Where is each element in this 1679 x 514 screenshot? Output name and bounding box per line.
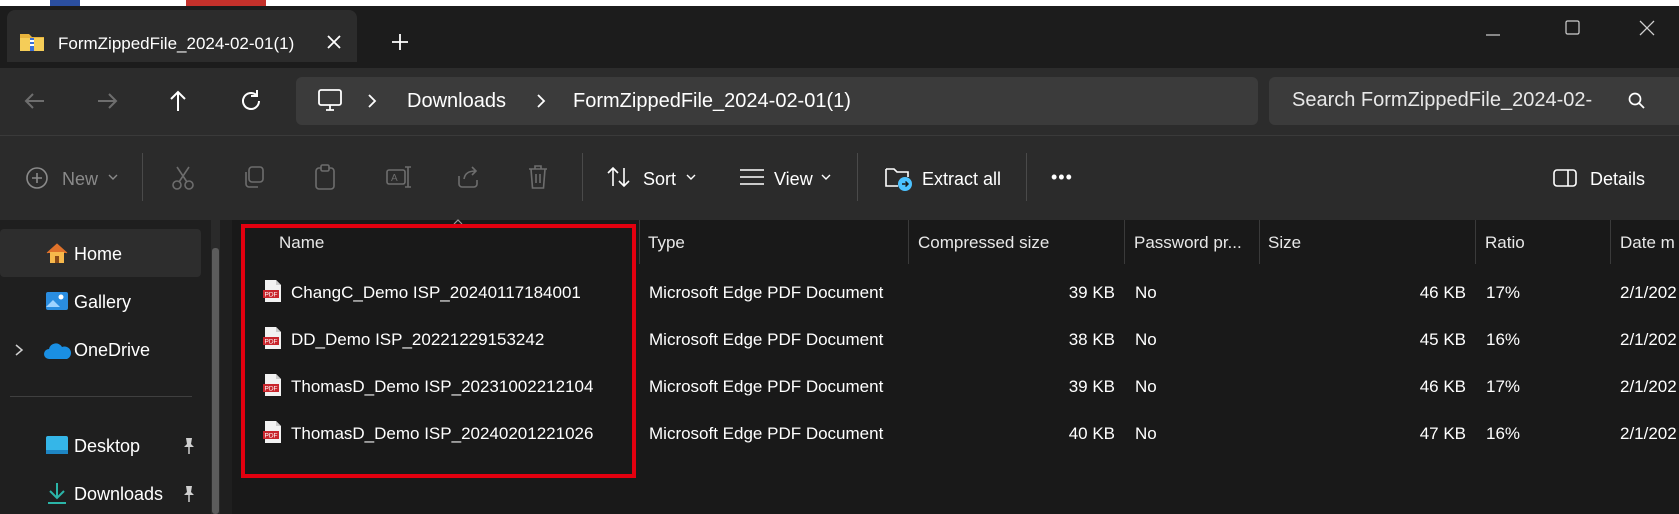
new-chevron-down-icon[interactable] [107, 172, 119, 182]
file-date: 2/1/202 [1620, 330, 1677, 349]
file-compressed-size: 39 KB [1068, 377, 1115, 396]
share-icon[interactable] [455, 164, 481, 190]
column-divider[interactable] [639, 220, 640, 264]
file-type: Microsoft Edge PDF Document [649, 424, 884, 443]
column-header-password[interactable]: Password pr... [1134, 233, 1242, 253]
file-date: 2/1/202 [1620, 377, 1677, 396]
details-pane-icon[interactable] [1553, 168, 1577, 188]
file-compressed-size: 40 KB [1068, 424, 1115, 443]
column-divider[interactable] [1610, 220, 1611, 264]
home-icon [45, 242, 69, 264]
extract-all-folder-icon[interactable] [884, 164, 914, 192]
toolbar-separator [582, 153, 583, 201]
refresh-icon[interactable] [237, 87, 265, 115]
file-password: No [1135, 377, 1157, 396]
search-placeholder: Search FormZippedFile_2024-02- [1292, 89, 1593, 111]
column-header-type[interactable]: Type [648, 233, 685, 253]
nav-label-onedrive: OneDrive [74, 340, 151, 360]
file-size: 46 KB [1419, 283, 1466, 302]
file-ratio: 17% [1486, 377, 1521, 396]
more-options-button[interactable]: ••• [1051, 167, 1073, 188]
view-list-icon[interactable] [739, 168, 765, 186]
window-maximize-icon[interactable] [1563, 18, 1583, 38]
column-header-size[interactable]: Size [1268, 233, 1301, 253]
nav-label-desktop: Desktop [74, 436, 141, 456]
view-chevron-down-icon[interactable] [820, 172, 832, 182]
column-divider[interactable] [1475, 220, 1476, 264]
sort-button[interactable]: Sort [643, 169, 676, 190]
column-header-date-modified[interactable]: Date m [1620, 233, 1675, 253]
gallery-icon [45, 290, 69, 312]
file-compressed-size: 38 KB [1068, 330, 1115, 349]
view-button[interactable]: View [774, 169, 813, 190]
rename-icon[interactable]: A [384, 164, 412, 190]
breadcrumb-chevron-icon[interactable] [534, 92, 548, 110]
file-type: Microsoft Edge PDF Document [649, 330, 884, 349]
toolbar-separator [857, 153, 858, 201]
breadcrumb-downloads[interactable]: Downloads [407, 90, 506, 113]
copy-icon[interactable] [241, 164, 267, 190]
desktop-icon [45, 435, 69, 455]
sort-chevron-down-icon[interactable] [685, 172, 697, 182]
file-type: Microsoft Edge PDF Document [649, 283, 884, 302]
new-button[interactable]: New [62, 169, 98, 190]
file-size: 47 KB [1419, 424, 1466, 443]
file-date: 2/1/202 [1620, 283, 1677, 302]
file-ratio: 16% [1486, 424, 1521, 443]
column-divider[interactable] [1259, 220, 1260, 264]
search-icon[interactable] [1627, 91, 1647, 111]
file-compressed-size: 39 KB [1068, 283, 1115, 302]
cut-scissors-icon[interactable] [170, 164, 196, 192]
file-password: No [1135, 330, 1157, 349]
window-close-icon[interactable] [1636, 17, 1658, 39]
column-header-compressed-size[interactable]: Compressed size [918, 233, 1049, 253]
breadcrumb-chevron-icon[interactable] [365, 92, 379, 110]
nav-scrollbar-thumb[interactable] [212, 248, 219, 514]
tab-close-icon[interactable] [322, 30, 346, 54]
file-date: 2/1/202 [1620, 424, 1677, 443]
details-button[interactable]: Details [1590, 169, 1645, 190]
toolbar-separator [142, 153, 143, 201]
svg-text:A: A [391, 173, 398, 184]
up-arrow-icon[interactable] [164, 87, 192, 115]
toolbar-separator [1026, 153, 1027, 201]
file-ratio: 17% [1486, 283, 1521, 302]
nav-label-downloads: Downloads [74, 484, 164, 504]
paste-clipboard-icon[interactable] [312, 163, 338, 191]
highlight-annotation-box [241, 224, 636, 478]
forward-arrow-icon[interactable] [93, 87, 121, 115]
folder-zip-icon [19, 30, 45, 52]
nav-label-gallery: Gallery [74, 292, 132, 312]
delete-trash-icon[interactable] [526, 163, 550, 191]
onedrive-cloud-icon [43, 342, 71, 360]
nav-divider [10, 396, 192, 397]
back-arrow-icon[interactable] [21, 87, 49, 115]
new-tab-plus-icon[interactable] [388, 30, 412, 54]
pin-icon[interactable] [181, 437, 197, 455]
window-minimize-icon[interactable] [1483, 25, 1503, 45]
file-size: 45 KB [1419, 330, 1466, 349]
new-plus-circle-icon[interactable] [25, 166, 49, 190]
breadcrumb-current-folder[interactable]: FormZippedFile_2024-02-01(1) [573, 90, 851, 113]
expand-chevron-right-icon[interactable] [13, 343, 25, 357]
this-pc-monitor-icon [317, 88, 343, 112]
file-size: 46 KB [1419, 377, 1466, 396]
file-password: No [1135, 283, 1157, 302]
file-password: No [1135, 424, 1157, 443]
file-ratio: 16% [1486, 330, 1521, 349]
sort-arrows-icon[interactable] [606, 165, 632, 189]
extract-all-button[interactable]: Extract all [922, 169, 1001, 190]
file-type: Microsoft Edge PDF Document [649, 377, 884, 396]
column-divider[interactable] [1124, 220, 1125, 264]
column-divider[interactable] [908, 220, 909, 264]
column-header-ratio[interactable]: Ratio [1485, 233, 1525, 253]
downloads-arrow-icon [46, 481, 68, 505]
tab-title: FormZippedFile_2024-02-01(1) [58, 34, 295, 53]
pin-icon[interactable] [181, 485, 197, 503]
nav-label-home: Home [74, 244, 123, 264]
